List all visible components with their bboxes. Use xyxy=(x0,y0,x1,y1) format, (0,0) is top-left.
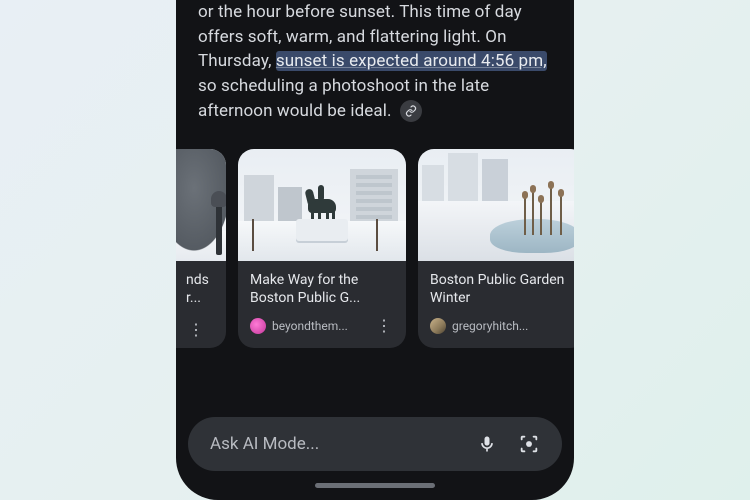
source-avatar xyxy=(430,318,446,334)
response-text: Thursday, xyxy=(198,51,276,71)
voice-input-button[interactable] xyxy=(470,427,504,461)
response-text: offers soft, warm, and flattering light.… xyxy=(198,27,507,47)
home-indicator[interactable] xyxy=(315,483,435,488)
ai-response-area: or the hour before sunset. This time of … xyxy=(176,0,574,401)
card-title: ndsr... xyxy=(186,271,220,307)
lens-search-button[interactable] xyxy=(512,427,546,461)
card-thumbnail xyxy=(176,149,226,261)
lens-icon xyxy=(518,433,540,455)
highlighted-span[interactable]: sunset is expected around 4:56 pm, xyxy=(276,51,547,71)
response-text: or the hour before sunset. This time of … xyxy=(198,2,522,22)
card-menu-button[interactable]: ⋮ xyxy=(186,322,206,338)
card-source: gregoryhitch... xyxy=(452,319,574,333)
card-title: Make Way for the Boston Public G... xyxy=(250,271,394,307)
link-icon xyxy=(405,105,417,117)
card-source: beyondthem... xyxy=(272,319,368,333)
card-title: Boston Public Garden Winter xyxy=(430,271,574,307)
response-paragraph: or the hour before sunset. This time of … xyxy=(198,0,552,123)
result-cards-carousel[interactable]: ndsr... ⋮ xyxy=(176,149,552,347)
search-bar[interactable]: Ask AI Mode... xyxy=(188,417,562,471)
source-avatar xyxy=(250,318,266,334)
card-thumbnail xyxy=(238,149,406,261)
mic-icon xyxy=(477,434,497,454)
citation-link-chip[interactable] xyxy=(400,100,422,122)
response-text: afternoon would be ideal. xyxy=(198,101,392,121)
result-card[interactable]: Boston Public Garden Winter gregoryhitch… xyxy=(418,149,574,347)
card-menu-button[interactable]: ⋮ xyxy=(374,318,394,334)
result-card[interactable]: ndsr... ⋮ xyxy=(176,149,226,347)
card-thumbnail xyxy=(418,149,574,261)
search-bar-container: Ask AI Mode... xyxy=(176,417,574,471)
phone-frame: or the hour before sunset. This time of … xyxy=(176,0,574,500)
search-input[interactable]: Ask AI Mode... xyxy=(210,434,462,454)
result-card[interactable]: Make Way for the Boston Public G... beyo… xyxy=(238,149,406,347)
response-text: so scheduling a photoshoot in the late xyxy=(198,76,489,96)
